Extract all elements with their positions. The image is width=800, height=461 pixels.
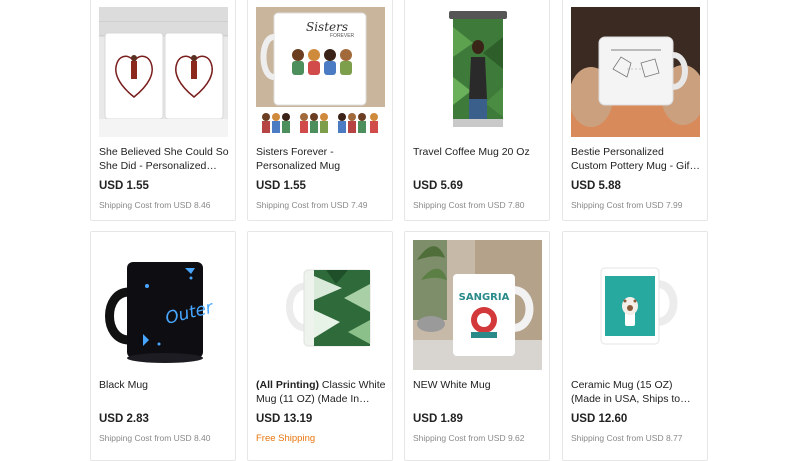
product-title[interactable]: Black Mug — [99, 379, 229, 393]
product-card[interactable]: Sisters FOREVER Sisters Forever - Person… — [247, 0, 393, 221]
product-price: USD 2.83 — [99, 413, 149, 425]
product-price: USD 5.88 — [571, 180, 621, 192]
product-card[interactable]: Outer Black Mug USD 2.83 Shipping Cost f… — [90, 231, 236, 461]
product-grid: She Believed She Could So She Did - Pers… — [0, 0, 800, 461]
product-card[interactable]: She Believed She Could So She Did - Pers… — [90, 0, 236, 221]
shipping-cost: Shipping Cost from USD 9.62 — [413, 433, 525, 443]
mug-text: SANGRIA — [459, 292, 510, 303]
product-image[interactable] — [571, 240, 700, 370]
product-card[interactable]: (All Printing) Classic White Mug (11 OZ)… — [247, 231, 393, 461]
product-title[interactable]: Bestie Personalized Custom Pottery Mug -… — [571, 146, 701, 173]
shipping-cost: Shipping Cost from USD 8.77 — [571, 433, 683, 443]
product-title[interactable]: NEW White Mug — [413, 379, 543, 393]
product-title[interactable]: Sisters Forever - Personalized Mug — [256, 146, 386, 173]
product-title[interactable]: She Believed She Could So She Did - Pers… — [99, 146, 229, 173]
product-title-tag: (All Printing) — [256, 379, 319, 391]
svg-text:FOREVER: FOREVER — [330, 33, 355, 39]
shipping-cost: Shipping Cost from USD 7.49 — [256, 200, 368, 210]
shipping-cost: Shipping Cost from USD 7.99 — [571, 200, 683, 210]
product-image[interactable] — [413, 7, 542, 137]
product-price: USD 1.55 — [99, 180, 149, 192]
product-image[interactable]: Outer — [99, 240, 228, 370]
product-image[interactable]: SANGRIA — [413, 240, 542, 370]
product-image[interactable]: Sisters FOREVER — [256, 7, 385, 137]
product-price: USD 13.19 — [256, 413, 313, 425]
product-title[interactable]: Travel Coffee Mug 20 Oz — [413, 146, 543, 160]
shipping-cost: Shipping Cost from USD 8.46 — [99, 200, 211, 210]
product-title[interactable]: Ceramic Mug (15 OZ) (Made in USA, Ships … — [571, 379, 701, 406]
product-card[interactable]: Ceramic Mug (15 OZ) (Made in USA, Ships … — [562, 231, 708, 461]
mug-text: Sisters — [306, 20, 348, 34]
product-price: USD 5.69 — [413, 180, 463, 192]
free-shipping-label: Free Shipping — [256, 433, 316, 444]
product-image[interactable] — [99, 7, 228, 137]
product-price: USD 1.89 — [413, 413, 463, 425]
product-card[interactable]: Bestie Personalized Custom Pottery Mug -… — [562, 0, 708, 221]
product-image[interactable] — [571, 7, 700, 137]
product-card[interactable]: Travel Coffee Mug 20 Oz USD 5.69 Shippin… — [404, 0, 550, 221]
product-title[interactable]: (All Printing) Classic White Mug (11 OZ)… — [256, 379, 386, 406]
shipping-cost: Shipping Cost from USD 8.40 — [99, 433, 211, 443]
product-card[interactable]: SANGRIA NEW White Mug USD 1.89 Shipping … — [404, 231, 550, 461]
product-image[interactable] — [256, 240, 385, 370]
product-price: USD 1.55 — [256, 180, 306, 192]
shipping-cost: Shipping Cost from USD 7.80 — [413, 200, 525, 210]
product-price: USD 12.60 — [571, 413, 628, 425]
